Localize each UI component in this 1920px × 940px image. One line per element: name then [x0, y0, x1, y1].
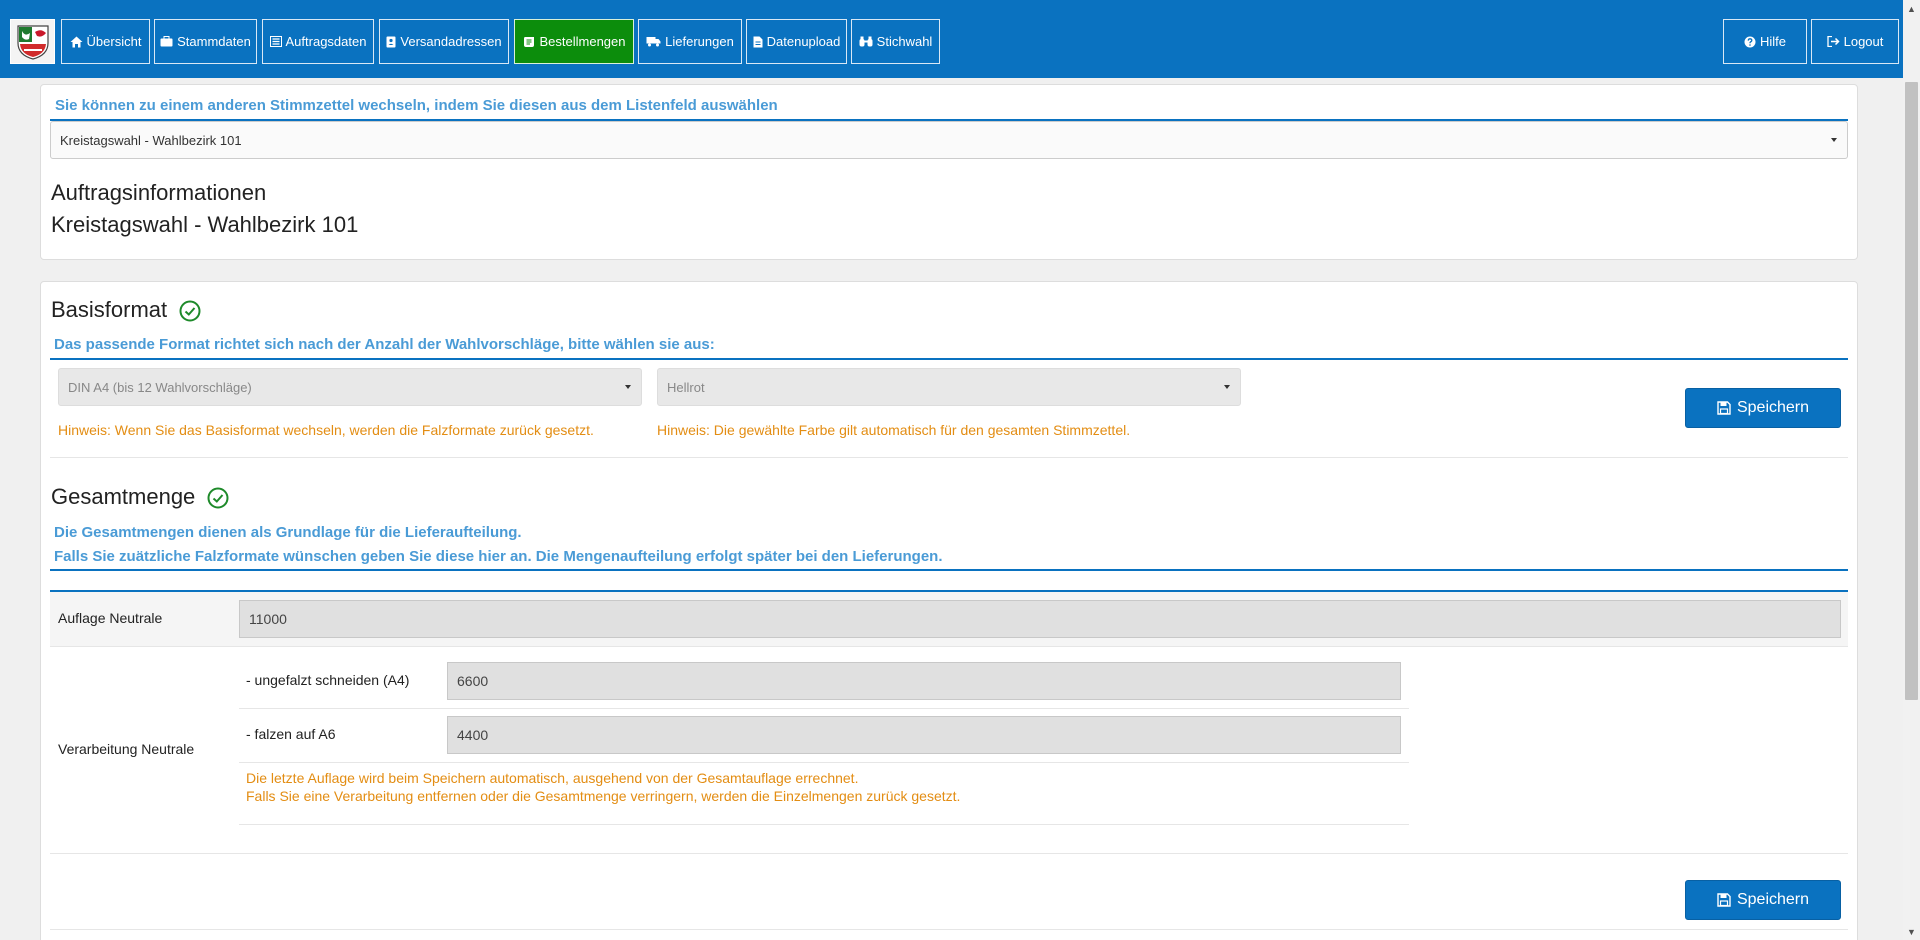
- gesamtmenge-save-button[interactable]: Speichern: [1685, 880, 1841, 920]
- chevron-down-icon: [1831, 138, 1837, 142]
- nav-versandadressen-label: Versandadressen: [400, 34, 502, 49]
- panel-bottom-divider: [50, 929, 1848, 930]
- verarbeitung-hint-2: Falls Sie eine Verarbeitung entfernen od…: [246, 788, 961, 804]
- order-info-title: Auftragsinformationen: [51, 180, 267, 205]
- nav-lieferungen-label: Lieferungen: [665, 34, 734, 49]
- file-icon: [753, 36, 763, 47]
- nav-uebersicht-label: Übersicht: [86, 34, 142, 49]
- verarbeitung-hint-divider: [239, 762, 1409, 763]
- help-button[interactable]: Hilfe: [1723, 19, 1807, 64]
- verarbeitung-end-divider: [239, 824, 1409, 825]
- coat-of-arms-logo[interactable]: [10, 19, 55, 64]
- nav-versandadressen[interactable]: Versandadressen: [379, 19, 509, 64]
- top-navbar: Übersicht Stammdaten Auftragsdaten Versa…: [0, 0, 1920, 78]
- order-info-panel: Sie können zu einem anderen Stimmzettel …: [40, 84, 1858, 260]
- auflage-input[interactable]: 11000: [239, 600, 1841, 638]
- nav-auftragsdaten[interactable]: Auftragsdaten: [262, 19, 374, 64]
- verarbeitung-row-1-label: - ungefalzt schneiden (A4): [246, 672, 410, 688]
- check-circle-icon: [207, 487, 229, 509]
- basisformat-save-button[interactable]: Speichern: [1685, 388, 1841, 428]
- scroll-down-arrow-icon[interactable]: ▼: [1903, 923, 1920, 940]
- nav-datenupload-label: Datenupload: [766, 34, 841, 49]
- nav-stammdaten-label: Stammdaten: [177, 34, 251, 49]
- gesamtmenge-divider: [50, 853, 1848, 854]
- nav-bestellmengen-label: Bestellmengen: [539, 34, 626, 49]
- basisformat-heading: Basisformat: [51, 297, 201, 323]
- ballot-select-value: Kreistagswahl - Wahlbezirk 101: [60, 132, 242, 148]
- chevron-down-icon: [1224, 385, 1230, 389]
- truck-icon: [646, 37, 661, 47]
- basisformat-description: Das passende Format richtet sich nach de…: [54, 336, 715, 353]
- verarbeitung-label: Verarbeitung Neutrale: [58, 741, 195, 757]
- verarbeitung-hint-1: Die letzte Auflage wird beim Speichern a…: [246, 770, 859, 786]
- format-select[interactable]: DIN A4 (bis 12 Wahlvorschläge): [58, 368, 642, 406]
- floppy-disk-icon: [1717, 893, 1731, 907]
- color-select[interactable]: Hellrot: [657, 368, 1241, 406]
- sign-out-icon: [1826, 36, 1840, 47]
- binoculars-icon: [859, 36, 873, 47]
- ballot-switch-label: Sie können zu einem anderen Stimmzettel …: [55, 97, 778, 114]
- home-icon: [70, 36, 83, 47]
- nav-lieferungen[interactable]: Lieferungen: [638, 19, 742, 64]
- nav-bestellmengen[interactable]: Bestellmengen: [514, 19, 634, 64]
- gesamtmenge-title: Gesamtmenge: [51, 484, 196, 509]
- ballot-select[interactable]: Kreistagswahl - Wahlbezirk 101: [50, 121, 1848, 159]
- gesamtmenge-description-1: Die Gesamtmengen dienen als Grundlage fü…: [54, 524, 522, 541]
- scroll-icon: [523, 36, 534, 47]
- auflage-value: 11000: [249, 611, 287, 627]
- page-scrollbar[interactable]: ▲ ▼: [1903, 0, 1920, 940]
- gesamtmenge-save-label: Speichern: [1736, 891, 1810, 908]
- logout-label: Logout: [1843, 34, 1884, 49]
- help-label: Hilfe: [1759, 34, 1786, 49]
- gesamtmenge-heading: Gesamtmenge: [51, 484, 229, 510]
- auflage-divider: [50, 646, 1848, 647]
- nav-stichwahl[interactable]: Stichwahl: [851, 19, 940, 64]
- verarbeitung-row-2-label: - falzen auf A6: [246, 726, 336, 742]
- falzen-input[interactable]: 4400: [447, 716, 1401, 754]
- gesamtmenge-description-2: Falls Sie zuätzliche Falzformate wünsche…: [54, 548, 943, 565]
- ungefalzt-value: 6600: [457, 673, 489, 689]
- nav-auftragsdaten-label: Auftragsdaten: [285, 34, 367, 49]
- basisformat-divider: [50, 457, 1848, 458]
- basisformat-rule: [50, 358, 1848, 360]
- ungefalzt-input[interactable]: 6600: [447, 662, 1401, 700]
- verarbeitung-row-divider: [239, 708, 1409, 709]
- color-hint: Hinweis: Die gewählte Farbe gilt automat…: [657, 422, 1131, 438]
- quantities-panel: Basisformat Das passende Format richtet …: [40, 281, 1858, 940]
- nav-stammdaten[interactable]: Stammdaten: [154, 19, 257, 64]
- format-select-value: DIN A4 (bis 12 Wahlvorschläge): [68, 379, 252, 395]
- check-circle-icon: [179, 300, 201, 322]
- chevron-down-icon: [625, 385, 631, 389]
- auflage-label: Auflage Neutrale: [58, 610, 163, 626]
- floppy-disk-icon: [1717, 401, 1731, 415]
- format-hint: Hinweis: Wenn Sie das Basisformat wechse…: [58, 422, 594, 438]
- basisformat-title: Basisformat: [51, 297, 168, 322]
- scrollbar-thumb[interactable]: [1905, 82, 1918, 700]
- basisformat-save-label: Speichern: [1736, 399, 1810, 416]
- color-select-value: Hellrot: [667, 379, 705, 395]
- coat-of-arms-icon: [16, 24, 49, 60]
- nav-stichwahl-label: Stichwahl: [876, 34, 933, 49]
- gesamtmenge-rule: [50, 569, 1848, 571]
- order-info-subtitle: Kreistagswahl - Wahlbezirk 101: [51, 212, 359, 237]
- briefcase-icon: [160, 36, 173, 47]
- falzen-value: 4400: [457, 727, 489, 743]
- scroll-up-arrow-icon[interactable]: ▲: [1903, 0, 1920, 17]
- nav-datenupload[interactable]: Datenupload: [746, 19, 847, 64]
- list-icon: [269, 36, 282, 47]
- nav-uebersicht[interactable]: Übersicht: [61, 19, 150, 64]
- address-card-icon: [386, 36, 396, 47]
- question-circle-icon: [1744, 36, 1756, 47]
- logout-button[interactable]: Logout: [1811, 19, 1899, 64]
